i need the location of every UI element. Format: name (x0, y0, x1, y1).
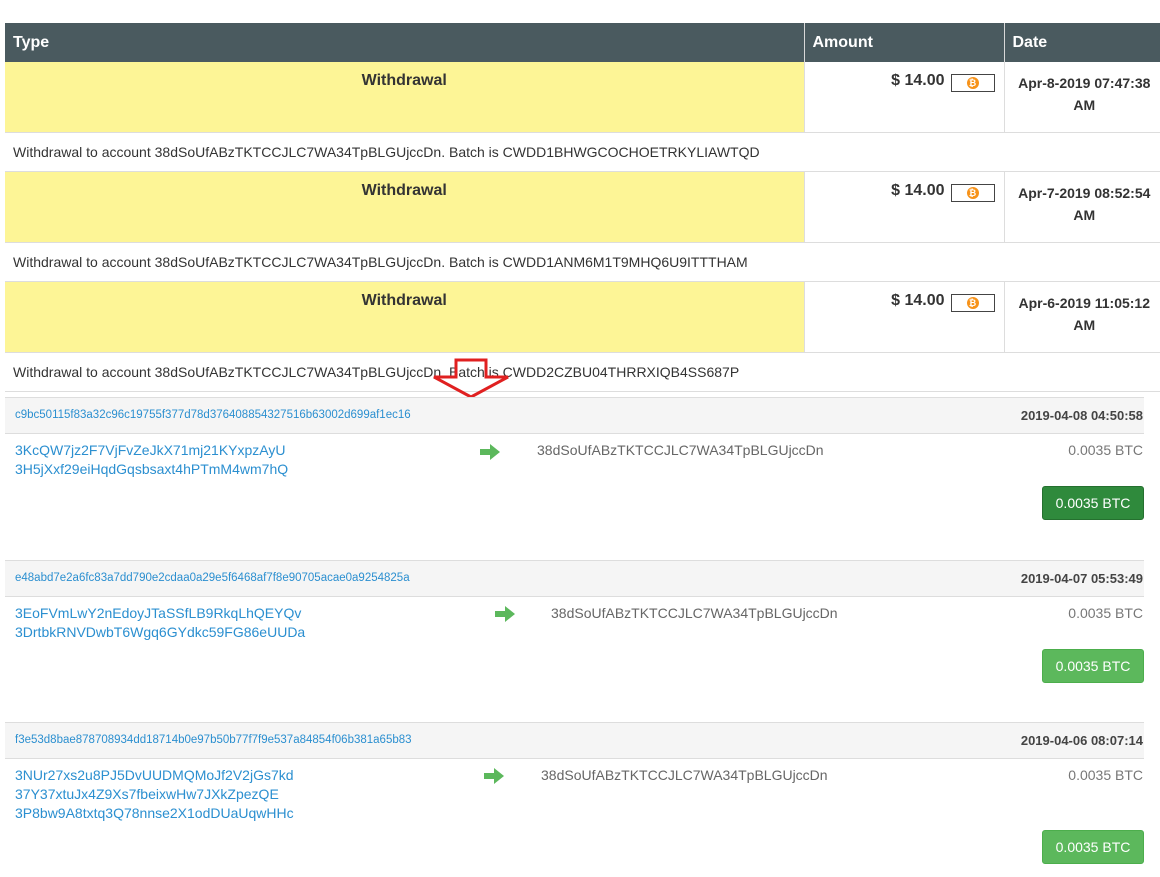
input-address-link[interactable]: 3EoFVmLwY2nEdoyJTaSSfLB9RkqLhQEYQv (15, 604, 305, 623)
amount-value: $ 14.00 (891, 182, 945, 199)
transaction-date: Apr-8-2019 07:47:38 AM (1004, 62, 1160, 133)
date-time: Apr-7-2019 08:52:54 (1018, 185, 1151, 201)
right-arrow-icon (484, 768, 504, 784)
output-address-link[interactable]: 38dSoUfABzTKTCCJLC7WA34TpBLGUjccDn (551, 605, 838, 621)
table-row-description: Withdrawal to account 38dSoUfABzTKTCCJLC… (5, 132, 1160, 172)
currency-badge: ₿ (950, 294, 995, 312)
transaction-header: f3e53d8bae878708934dd18714b0e97b50b77f7f… (5, 722, 1144, 759)
bitcoin-icon: ₿ (966, 77, 979, 89)
bitcoin-icon: ₿ (966, 187, 979, 199)
date-meridiem: AM (1073, 317, 1096, 333)
total-amount-button[interactable]: 0.0035 BTC (1042, 486, 1144, 520)
transaction-type: Withdrawal (5, 62, 805, 133)
table-row: Withdrawal $ 14.00 ₿ Apr-7-2019 08:52:54 … (5, 171, 1160, 243)
input-address-link[interactable]: 3DrtbkRNVDwbT6Wgq6GYdkc59FG86eUUDa (15, 623, 305, 642)
table-row: Withdrawal $ 14.00 ₿ Apr-6-2019 11:05:12 … (5, 281, 1160, 353)
transaction-type: Withdrawal (5, 281, 805, 353)
input-address-link[interactable]: 3P8bw9A8txtq3Q78nnse2X1odDUaUqwHHc (15, 804, 294, 823)
transaction-description: Withdrawal to account 38dSoUfABzTKTCCJLC… (5, 132, 1160, 172)
transaction-hash-link[interactable]: c9bc50115f83a32c96c19755f377d78d37640885… (15, 409, 411, 421)
total-amount-button[interactable]: 0.0035 BTC (1042, 649, 1144, 683)
down-arrow-icon (433, 358, 509, 399)
input-address-link[interactable]: 3NUr27xs2u8PJ5DvUUDMQMoJf2V2jGs7kd (15, 766, 294, 785)
input-addresses: 3KcQW7jz2F7VjFvZeJkX71mj21KYxpzAyU 3H5jX… (15, 441, 288, 479)
amount-value: $ 14.00 (891, 292, 945, 309)
blockchain-transaction: f3e53d8bae878708934dd18714b0e97b50b77f7f… (5, 722, 1144, 872)
transaction-date: Apr-6-2019 11:05:12 AM (1004, 281, 1160, 353)
output-address-link[interactable]: 38dSoUfABzTKTCCJLC7WA34TpBLGUjccDn (541, 767, 828, 783)
transaction-time: 2019-04-06 08:07:14 (1020, 733, 1143, 748)
transaction-date: Apr-7-2019 08:52:54 AM (1004, 171, 1160, 243)
transaction-hash-link[interactable]: f3e53d8bae878708934dd18714b0e97b50b77f7f… (15, 734, 412, 746)
transaction-amount: $ 14.00 ₿ (804, 281, 1005, 353)
blockchain-transaction: e48abd7e2a6fc83a7dd790e2cdaa0a29e5f6468a… (5, 560, 1144, 710)
withdrawal-history-table: Type Amount Date Withdrawal $ 14.00 ₿ Apr… (5, 23, 1160, 392)
right-arrow-icon (495, 606, 515, 622)
transaction-amount: $ 14.00 ₿ (804, 62, 1005, 133)
column-header-type[interactable]: Type (5, 23, 805, 62)
table-row-description: Withdrawal to account 38dSoUfABzTKTCCJLC… (5, 242, 1160, 282)
amount-value: $ 14.00 (891, 72, 945, 89)
currency-badge: ₿ (950, 184, 995, 202)
table-row: Withdrawal $ 14.00 ₿ Apr-8-2019 07:47:38 … (5, 62, 1160, 133)
date-time: Apr-8-2019 07:47:38 (1018, 75, 1151, 91)
table-header-row: Type Amount Date (5, 23, 1160, 62)
input-address-link[interactable]: 3KcQW7jz2F7VjFvZeJkX71mj21KYxpzAyU (15, 441, 288, 460)
transaction-time: 2019-04-07 05:53:49 (1020, 571, 1143, 586)
input-addresses: 3EoFVmLwY2nEdoyJTaSSfLB9RkqLhQEYQv 3Drtb… (15, 604, 305, 642)
column-header-date[interactable]: Date (1004, 23, 1160, 62)
transaction-header: e48abd7e2a6fc83a7dd790e2cdaa0a29e5f6468a… (5, 560, 1144, 597)
transaction-type: Withdrawal (5, 171, 805, 243)
date-meridiem: AM (1073, 97, 1096, 113)
blockchain-transaction: c9bc50115f83a32c96c19755f377d78d37640885… (5, 397, 1144, 547)
input-addresses: 3NUr27xs2u8PJ5DvUUDMQMoJf2V2jGs7kd 37Y37… (15, 766, 294, 823)
date-meridiem: AM (1073, 207, 1096, 223)
transaction-description: Withdrawal to account 38dSoUfABzTKTCCJLC… (5, 242, 1160, 282)
transaction-header: c9bc50115f83a32c96c19755f377d78d37640885… (5, 397, 1144, 434)
input-address-link[interactable]: 37Y37xtuJx4Z9Xs7fbeixwHw7JXkZpezQE (15, 785, 294, 804)
transaction-amount: $ 14.00 ₿ (804, 171, 1005, 243)
table-row-description: Withdrawal to account 38dSoUfABzTKTCCJLC… (5, 352, 1160, 392)
input-address-link[interactable]: 3H5jXxf29eiHqdGqsbsaxt4hPTmM4wm7hQ (15, 460, 288, 479)
transaction-description: Withdrawal to account 38dSoUfABzTKTCCJLC… (5, 352, 1160, 392)
column-header-amount[interactable]: Amount (804, 23, 1005, 62)
date-time: Apr-6-2019 11:05:12 (1018, 295, 1151, 311)
transaction-hash-link[interactable]: e48abd7e2a6fc83a7dd790e2cdaa0a29e5f6468a… (15, 572, 410, 584)
total-amount-button[interactable]: 0.0035 BTC (1042, 830, 1144, 864)
bitcoin-icon: ₿ (966, 297, 979, 309)
transaction-time: 2019-04-08 04:50:58 (1020, 408, 1143, 423)
output-amount: 0.0035 BTC (1068, 767, 1143, 783)
output-amount: 0.0035 BTC (1068, 442, 1143, 458)
currency-badge: ₿ (950, 74, 995, 92)
right-arrow-icon (480, 444, 500, 460)
output-amount: 0.0035 BTC (1068, 605, 1143, 621)
output-address-link[interactable]: 38dSoUfABzTKTCCJLC7WA34TpBLGUjccDn (537, 442, 824, 458)
